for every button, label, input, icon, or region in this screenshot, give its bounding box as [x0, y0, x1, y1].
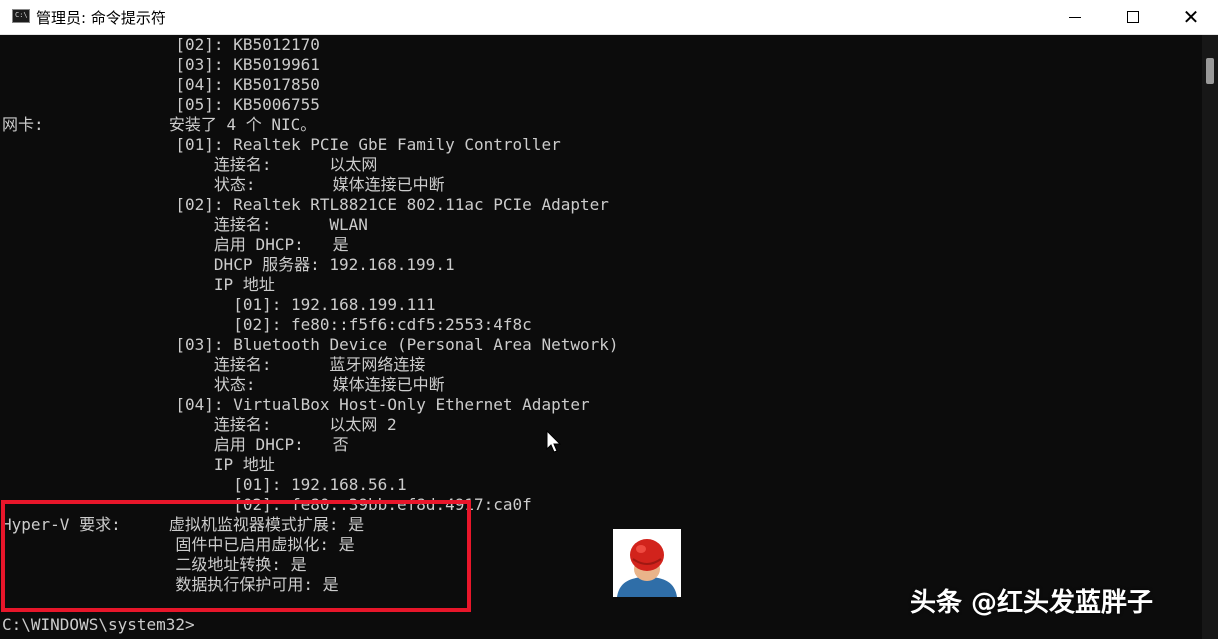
avatar-red-hair-icon	[613, 529, 681, 597]
console-line: [03]: KB5019961	[2, 55, 320, 74]
console-line: [05]: KB5006755	[2, 95, 320, 114]
console-line: 启用 DHCP: 是	[2, 235, 349, 254]
console-line: 连接名: WLAN	[2, 215, 368, 234]
console-line: 网卡: 安装了 4 个 NIC。	[2, 115, 317, 134]
console-line: C:\WINDOWS\system32>	[2, 615, 195, 634]
minimize-button[interactable]	[1046, 0, 1104, 34]
console-line: [01]: 192.168.56.1	[2, 475, 407, 494]
console-line: [01]: 192.168.199.111	[2, 295, 436, 314]
vertical-scrollbar[interactable]	[1202, 35, 1218, 639]
console-line: IP 地址	[2, 455, 275, 474]
minimize-icon	[1069, 16, 1081, 18]
title-bar[interactable]: C:\ 管理员: 命令提示符 ✕	[0, 0, 1218, 35]
maximize-button[interactable]	[1104, 0, 1162, 34]
console-line: [04]: VirtualBox Host-Only Ethernet Adap…	[2, 395, 590, 414]
cmd-app-icon: C:\	[12, 9, 30, 23]
console-line: 连接名: 以太网 2	[2, 415, 397, 434]
console-line: [01]: Realtek PCIe GbE Family Controller	[2, 135, 561, 154]
console-line: [02]: KB5012170	[2, 35, 320, 54]
console-line: 启用 DHCP: 否	[2, 435, 349, 454]
avatar	[613, 529, 681, 597]
console-line: [03]: Bluetooth Device (Personal Area Ne…	[2, 335, 619, 354]
console-line: 状态: 媒体连接已中断	[2, 175, 445, 194]
mouse-pointer-icon	[546, 429, 562, 458]
window-title: 管理员: 命令提示符	[36, 9, 166, 27]
scrollbar-thumb[interactable]	[1206, 58, 1214, 84]
console-line: IP 地址	[2, 275, 275, 294]
console-line: [02]: Realtek RTL8821CE 802.11ac PCIe Ad…	[2, 195, 609, 214]
close-button[interactable]: ✕	[1162, 0, 1218, 34]
highlight-box	[1, 500, 471, 612]
maximize-icon	[1127, 11, 1139, 23]
console-line: 连接名: 以太网	[2, 155, 378, 174]
console-line: 状态: 媒体连接已中断	[2, 375, 445, 394]
close-icon: ✕	[1182, 5, 1200, 29]
console-line: [02]: fe80::f5f6:cdf5:2553:4f8c	[2, 315, 532, 334]
watermark-text: 头条 @红头发蓝胖子	[910, 588, 1154, 618]
console-line: [04]: KB5017850	[2, 75, 320, 94]
console-line: 连接名: 蓝牙网络连接	[2, 355, 426, 374]
console-line: DHCP 服务器: 192.168.199.1	[2, 255, 455, 274]
